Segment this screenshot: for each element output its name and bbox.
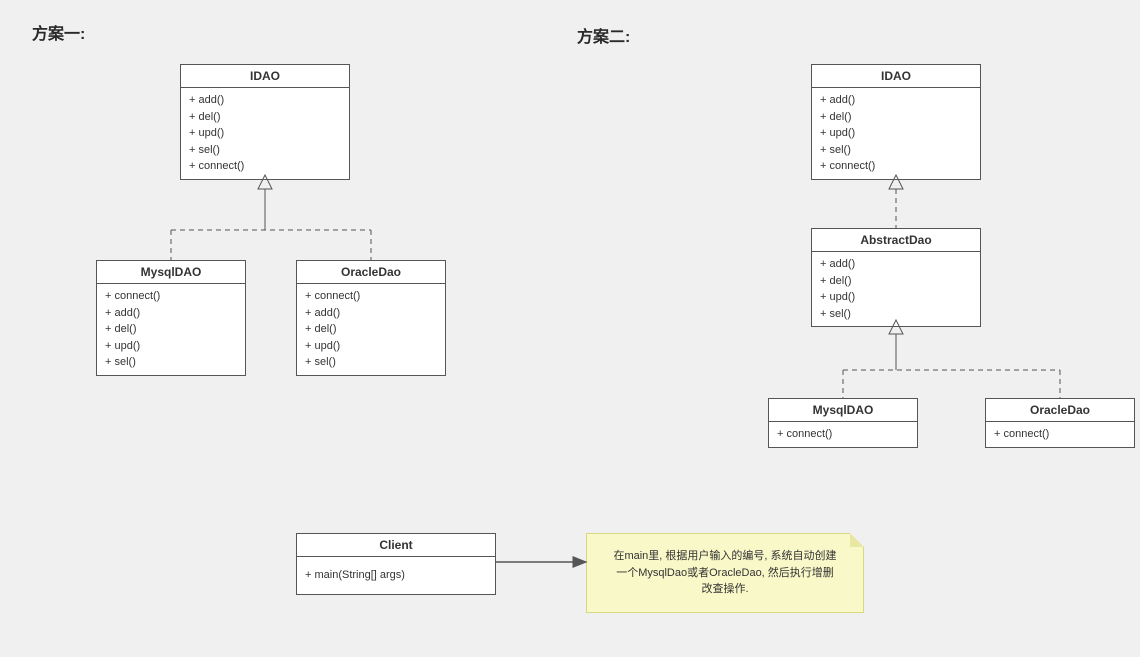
method: + connect() — [820, 158, 972, 175]
class-plan2-oracle: OracleDao + connect() — [985, 398, 1135, 448]
method: + sel() — [820, 142, 972, 159]
class-plan1-idao: IDAO + add() + del() + upd() + sel() + c… — [180, 64, 350, 180]
heading-plan1: 方案一: — [32, 20, 85, 44]
note-line: 改查操作. — [603, 581, 847, 598]
class-body: + add() + del() + upd() + sel() — [812, 252, 980, 326]
method: + upd() — [820, 289, 972, 306]
class-title: OracleDao — [986, 399, 1134, 422]
method: + sel() — [305, 354, 437, 371]
class-client: Client + main(String[] args) — [296, 533, 496, 595]
class-title: MysqlDAO — [97, 261, 245, 284]
class-title: AbstractDao — [812, 229, 980, 252]
class-title: IDAO — [812, 65, 980, 88]
method: + connect() — [305, 288, 437, 305]
class-body: + connect() — [769, 422, 917, 447]
method: + del() — [189, 109, 341, 126]
method: + connect() — [994, 426, 1126, 443]
class-title: MysqlDAO — [769, 399, 917, 422]
method: + add() — [189, 92, 341, 109]
method: + upd() — [305, 338, 437, 355]
class-body: + connect() + add() + del() + upd() + se… — [297, 284, 445, 375]
class-title: OracleDao — [297, 261, 445, 284]
note-line: 一个MysqlDao或者OracleDao, 然后执行增删 — [603, 565, 847, 582]
method: + add() — [820, 92, 972, 109]
method: + add() — [820, 256, 972, 273]
class-plan1-oracle: OracleDao + connect() + add() + del() + … — [296, 260, 446, 376]
method: + add() — [305, 305, 437, 322]
class-body: + main(String[] args) — [297, 557, 495, 594]
class-plan2-idao: IDAO + add() + del() + upd() + sel() + c… — [811, 64, 981, 180]
note: 在main里, 根据用户输入的编号, 系统自动创建 一个MysqlDao或者Or… — [586, 533, 864, 613]
class-title: IDAO — [181, 65, 349, 88]
class-body: + connect() + add() + del() + upd() + se… — [97, 284, 245, 375]
class-plan1-mysql: MysqlDAO + connect() + add() + del() + u… — [96, 260, 246, 376]
method: + upd() — [105, 338, 237, 355]
method: + add() — [105, 305, 237, 322]
class-body: + add() + del() + upd() + sel() + connec… — [812, 88, 980, 179]
method: + del() — [105, 321, 237, 338]
method: + del() — [305, 321, 437, 338]
method: + connect() — [777, 426, 909, 443]
class-title: Client — [297, 534, 495, 557]
method: + sel() — [105, 354, 237, 371]
class-plan2-mysql: MysqlDAO + connect() — [768, 398, 918, 448]
method: + sel() — [189, 142, 341, 159]
method: + connect() — [105, 288, 237, 305]
class-body: + add() + del() + upd() + sel() + connec… — [181, 88, 349, 179]
method: + sel() — [820, 306, 972, 323]
method: + main(String[] args) — [305, 567, 487, 584]
note-fold-icon — [850, 533, 864, 547]
method: + upd() — [820, 125, 972, 142]
class-body: + connect() — [986, 422, 1134, 447]
note-line: 在main里, 根据用户输入的编号, 系统自动创建 — [603, 548, 847, 565]
method: + del() — [820, 273, 972, 290]
method: + connect() — [189, 158, 341, 175]
method: + del() — [820, 109, 972, 126]
heading-plan2: 方案二: — [577, 23, 630, 47]
method: + upd() — [189, 125, 341, 142]
class-plan2-abstract: AbstractDao + add() + del() + upd() + se… — [811, 228, 981, 327]
